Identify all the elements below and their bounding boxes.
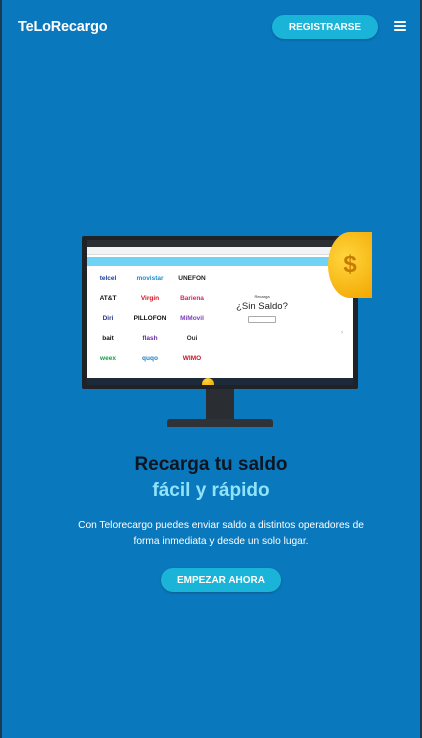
hero-subtitle: fácil y rápido	[152, 480, 270, 501]
monitor-stand-neck	[206, 389, 234, 419]
site-body: telcel movistar UNEFON AT&T Virgin Barie…	[87, 266, 353, 384]
operator-logo: WIMO	[182, 354, 202, 362]
operator-logo: Bariena	[180, 294, 204, 302]
promo-title: ¿Sin Saldo?	[236, 301, 288, 312]
monitor-screen: telcel movistar UNEFON AT&T Virgin Barie…	[87, 240, 353, 385]
coin-icon	[202, 378, 214, 385]
monitor-frame: telcel movistar UNEFON AT&T Virgin Barie…	[82, 236, 358, 389]
promo-banner: Recarga ¿Sin Saldo?	[227, 294, 297, 323]
top-nav: TeLoRecargo REGISTRARSE	[2, 0, 420, 56]
promo-button	[248, 316, 276, 323]
operator-logo: Diri	[102, 314, 114, 322]
start-now-button[interactable]: EMPEZAR AHORA	[161, 568, 281, 592]
operator-logo: flash	[142, 334, 158, 342]
operator-logo: quqo	[142, 354, 158, 362]
operator-logo: movistar	[136, 274, 164, 282]
operator-logo: weex	[100, 354, 116, 362]
logo-row: Diri PILLOFON MiMovil	[89, 308, 211, 328]
logo-row: bait flash Oui	[89, 328, 211, 348]
operator-logo: telcel	[99, 274, 117, 282]
browser-tabs	[87, 240, 353, 247]
operator-logo: PILLOFON	[133, 314, 167, 322]
chevron-right-icon: ›	[341, 330, 343, 336]
register-button[interactable]: REGISTRARSE	[272, 15, 378, 39]
browser-url-bar	[87, 247, 353, 255]
operator-logo: AT&T	[99, 294, 117, 302]
operator-logo: bait	[102, 334, 114, 342]
operator-logo: Virgin	[140, 294, 160, 302]
hero-description: Con Telorecargo puedes enviar saldo a di…	[78, 520, 364, 547]
hamburger-menu-icon[interactable]	[394, 21, 406, 31]
os-taskbar	[87, 378, 353, 385]
operator-logo: UNEFON	[178, 274, 206, 282]
logo-row: telcel movistar UNEFON	[89, 268, 211, 288]
logo-row: weex quqo WIMO	[89, 348, 211, 368]
monitor-illustration: telcel movistar UNEFON AT&T Virgin Barie…	[80, 232, 372, 432]
site-nav-bar	[87, 257, 353, 266]
hero-title: Recarga tu saldo	[134, 454, 288, 475]
coin-icon: $	[328, 232, 372, 298]
operator-logo-grid: telcel movistar UNEFON AT&T Virgin Barie…	[89, 268, 211, 368]
operator-logo: Oui	[186, 334, 198, 342]
operator-logo: MiMovil	[180, 314, 204, 322]
monitor-stand-base	[167, 419, 273, 427]
logo-row: AT&T Virgin Bariena	[89, 288, 211, 308]
promo-kicker: Recarga	[254, 294, 270, 299]
brand-logo[interactable]: TeLoRecargo	[18, 19, 108, 35]
